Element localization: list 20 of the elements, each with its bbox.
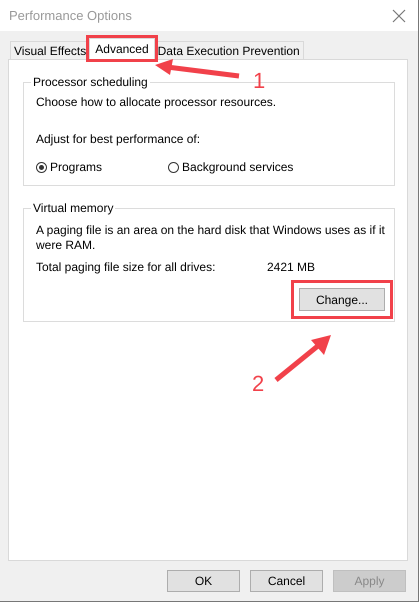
radio-label: Programs: [50, 160, 102, 174]
group-title: Processor scheduling: [32, 75, 149, 89]
annotation-number: 1: [253, 68, 266, 94]
window-title: Performance Options: [9, 8, 132, 23]
prompt-text: Adjust for best performance of:: [36, 132, 202, 147]
annotation-arrow: [273, 333, 333, 383]
dialog-button[interactable]: Cancel: [250, 570, 323, 592]
total-label: Total paging file size for all drives:: [36, 260, 216, 274]
description-text: A paging file is an area on the hard disk that Windows uses as if it were RAM.: [36, 223, 386, 253]
radio-button[interactable]: [36, 162, 47, 172]
total-value: 2421 MB: [267, 260, 316, 274]
group-title: Virtual memory: [32, 201, 114, 215]
close-icon[interactable]: [392, 8, 406, 22]
radio-option[interactable]: Programs: [36, 160, 102, 174]
annotation-number: 2: [252, 371, 264, 397]
description-text: Choose how to allocate processor resources.: [36, 95, 278, 110]
change-button[interactable]: Change...: [299, 288, 385, 311]
tab[interactable]: Advanced: [89, 38, 155, 59]
radio-button[interactable]: [168, 162, 180, 172]
dialog-button[interactable]: OK: [167, 570, 240, 592]
